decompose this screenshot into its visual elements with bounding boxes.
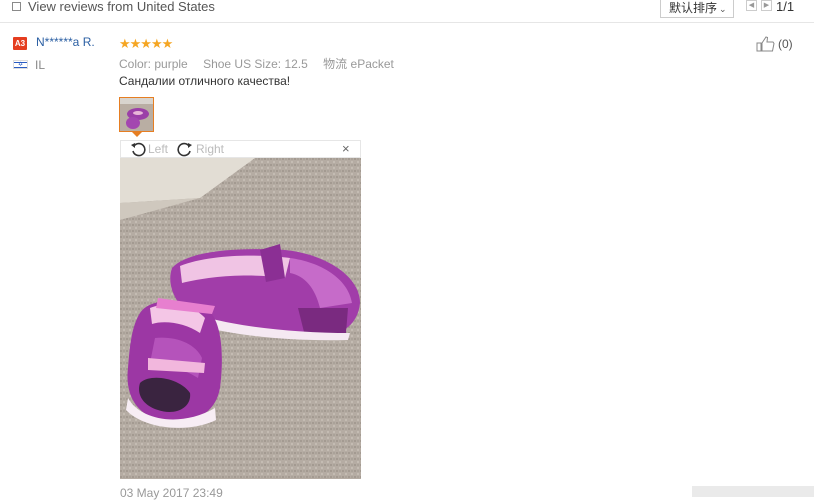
attr-size-key: Shoe US Size: [203,57,282,71]
rotate-left-label[interactable]: Left [148,142,168,156]
helpful-count: (0) [778,37,793,51]
page-indicator: 1/1 [776,0,795,14]
reviewer-name[interactable]: N******a R. [36,35,95,49]
attr-color-value: purple [154,57,188,71]
order-attributes: Color: purple Shoe US Size: 12.5 物流 ePac… [119,55,406,72]
review-date: 03 May 2017 23:49 [120,486,223,500]
close-viewer-button[interactable]: × [342,141,350,157]
review-photo-large [120,158,361,479]
buyer-level-badge: A3 [13,37,27,50]
rotate-left-icon[interactable] [130,141,146,157]
review-filter-bar: View reviews from United States 默认排序 ⌄ ◀ … [0,0,814,23]
image-viewer-toolbar: Left Right × [120,140,361,158]
chevron-down-icon: ⌄ [719,4,727,14]
thumbnail-pointer [132,132,142,137]
rating-stars: ★★★★★ [119,36,173,51]
israel-flag-icon: ✡ [13,60,28,69]
corner-panel [692,486,814,497]
next-page-button[interactable]: ▶ [761,0,772,11]
rotate-right-icon[interactable] [177,141,193,157]
us-reviews-label[interactable]: View reviews from United States [28,0,215,14]
reviewer-country: IL [35,58,46,72]
us-reviews-checkbox[interactable] [12,2,21,11]
prev-page-button[interactable]: ◀ [746,0,757,11]
rotate-right-label[interactable]: Right [196,142,224,156]
review-text: Сандалии отличного качества! [119,74,291,88]
thumbs-up-icon [756,36,775,52]
attr-size-value: 12.5 [284,57,308,71]
attr-color-key: Color: [119,57,152,71]
sort-label: 默认排序 [669,1,718,15]
sort-dropdown[interactable]: 默认排序 ⌄ [660,0,734,18]
attr-shipping-value: ePacket [350,57,394,71]
attr-shipping-key: 物流 [323,57,348,71]
review-photo-thumbnail[interactable] [119,97,154,132]
